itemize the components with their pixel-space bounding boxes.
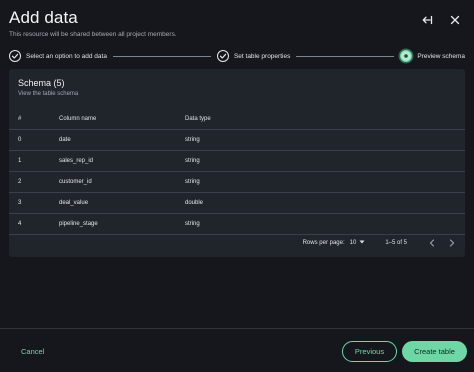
dialog-title: Add data: [9, 8, 78, 27]
table-row: 3 deal_value double: [9, 193, 465, 214]
dialog-subtitle: This resource will be shared between all…: [9, 31, 177, 38]
step-label: Set table properties: [233, 52, 291, 60]
cell-column-name: date: [59, 137, 71, 143]
cell-column-name: pipeline_stage: [59, 221, 98, 227]
header-actions: [419, 12, 463, 28]
table-row: 0 date string: [9, 130, 465, 151]
dialog-header: Add data This resource will be shared be…: [9, 8, 465, 42]
column-header-type: Data type: [185, 115, 211, 122]
table-row: 1 sales_rep_id string: [9, 151, 465, 172]
rows-per-page-value: 10: [349, 240, 357, 246]
column-header-name: Column name: [59, 115, 97, 122]
chevron-left-icon[interactable]: [425, 236, 439, 250]
table-header-row: # Column name Data type: [9, 108, 465, 130]
table-row: 2 customer_id string: [9, 172, 465, 193]
cell-data-type: string: [185, 137, 200, 143]
table-row: 4 pipeline_stage string: [9, 214, 465, 235]
page-range: 1–5 of 5: [385, 240, 407, 246]
step-select-option: Select an option to add data: [9, 50, 107, 62]
cell-index: 3: [18, 200, 22, 206]
cell-data-type: string: [185, 158, 200, 164]
chevron-right-icon[interactable]: [445, 236, 459, 250]
rows-per-page-label: Rows per page:: [302, 240, 345, 246]
previous-button[interactable]: Previous: [342, 341, 397, 362]
create-table-button[interactable]: Create table: [402, 341, 467, 362]
cell-data-type: double: [185, 200, 204, 206]
check-circle-icon: [9, 50, 21, 62]
cell-column-name: customer_id: [59, 179, 92, 185]
step-connector: [112, 55, 211, 57]
schema-panel: Schema (5) View the table schema # Colum…: [9, 69, 465, 257]
footer-divider: [0, 328, 474, 329]
cell-column-name: sales_rep_id: [59, 158, 94, 164]
progress-stepper: Select an option to add data Set table p…: [9, 49, 465, 63]
dot-circle-icon: [400, 50, 413, 62]
cancel-button[interactable]: Cancel: [21, 347, 44, 356]
cell-index: 4: [18, 221, 22, 227]
column-header-index: #: [18, 115, 22, 122]
step-table-properties: Set table properties: [216, 50, 291, 62]
schema-title: Schema (5): [18, 78, 65, 88]
pagination: Rows per page: 10 1–5 of 5: [9, 235, 465, 251]
step-preview-schema: Preview schema: [400, 50, 465, 62]
cell-index: 0: [18, 137, 22, 143]
step-connector: [296, 55, 395, 57]
collapse-panel-icon[interactable]: [419, 12, 435, 28]
cell-data-type: string: [185, 179, 200, 185]
schema-table: # Column name Data type 0 date string 1 …: [9, 108, 465, 235]
schema-subtitle: View the table schema: [18, 91, 79, 97]
cell-data-type: string: [185, 221, 200, 227]
cell-index: 2: [18, 179, 22, 185]
cell-column-name: deal_value: [59, 200, 89, 206]
close-icon[interactable]: [447, 12, 463, 28]
step-label: Select an option to add data: [26, 52, 107, 60]
cell-index: 1: [18, 158, 22, 164]
rows-per-page-select[interactable]: 10: [350, 240, 366, 246]
step-label: Preview schema: [417, 52, 466, 60]
caret-down-icon: [359, 240, 365, 246]
check-circle-icon: [216, 50, 229, 62]
